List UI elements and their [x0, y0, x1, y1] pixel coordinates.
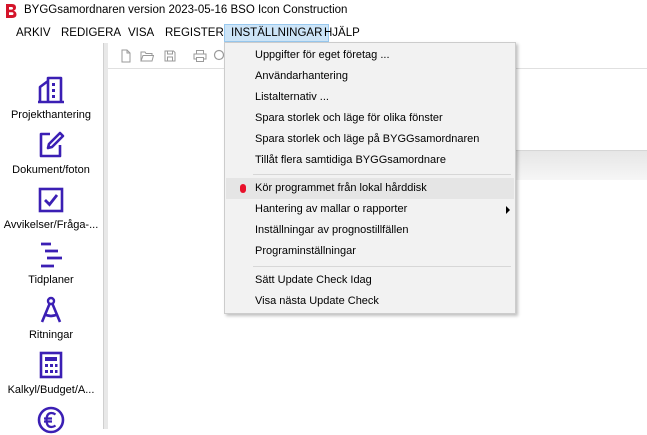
sidebar-item-label: Dokument/foton: [12, 164, 90, 176]
save-icon[interactable]: [163, 49, 177, 63]
menu-redigera[interactable]: REDIGERA: [55, 24, 127, 42]
building-icon: [38, 76, 64, 104]
menu-separator: [253, 174, 511, 175]
module-sidebar: Projekthantering Dokument/foton Avvikels…: [0, 43, 102, 434]
window-title: BYGGsamordnaren version 2023-05-16 BSO I…: [24, 4, 348, 16]
title-bar: BYGGsamordnaren version 2023-05-16 BSO I…: [0, 0, 647, 22]
menu-visa[interactable]: VISA: [122, 24, 160, 42]
print-icon[interactable]: [193, 49, 207, 63]
menu-hjalp[interactable]: HJÄLP: [318, 24, 366, 42]
menu-item-satt-update-check[interactable]: Sätt Update Check Idag: [226, 270, 514, 291]
sidebar-item-label: Ritningar: [28, 329, 74, 341]
menu-item-mallar-rapporter[interactable]: Hantering av mallar o rapporter: [226, 199, 514, 220]
menu-item-programinstallningar[interactable]: Programinställningar: [226, 241, 514, 262]
menu-item-prognostillfallen[interactable]: Inställningar av prognostillfällen: [226, 220, 514, 241]
red-dot-icon: [240, 184, 246, 193]
app-logo-icon: [6, 4, 17, 18]
new-file-icon[interactable]: [119, 49, 133, 63]
menu-item-tillat-flera[interactable]: Tillåt flera samtidiga BYGGsamordnare: [226, 150, 514, 171]
menu-register[interactable]: REGISTER: [159, 24, 230, 42]
menu-item-spara-fonster[interactable]: Spara storlek och läge för olika fönster: [226, 108, 514, 129]
menu-bar: ARKIV REDIGERA VISA REGISTER INSTÄLLNING…: [0, 22, 647, 43]
menu-installningar[interactable]: INSTÄLLNINGAR: [224, 24, 330, 42]
menu-item-listalternativ[interactable]: Listalternativ ...: [226, 87, 514, 108]
sidebar-item-ritningar[interactable]: Ritningar: [0, 295, 102, 341]
checkbox-icon: [38, 187, 64, 213]
window-header-band: [513, 150, 647, 180]
sidebar-item-avvikelser[interactable]: Avvikelser/Fråga-...: [0, 185, 102, 231]
menu-item-uppgifter-foretag[interactable]: Uppgifter för eget företag ...: [226, 45, 514, 66]
sidebar-item-label: Tidplaner: [28, 274, 74, 286]
menu-arkiv[interactable]: ARKIV: [10, 24, 57, 42]
sidebar-item-label: Kalkyl/Budget/A...: [7, 384, 95, 396]
sidebar-item-projekthantering[interactable]: Projekthantering: [0, 75, 102, 121]
sidebar-item-label: Projekthantering: [10, 109, 92, 121]
compass-icon: [40, 296, 62, 323]
sidebar-item-dokument[interactable]: Dokument/foton: [0, 130, 102, 176]
installningar-dropdown-menu: Uppgifter för eget företag ... Användarh…: [224, 42, 516, 314]
sidebar-item-ekonomi[interactable]: [0, 405, 102, 435]
open-folder-icon[interactable]: [140, 49, 154, 63]
gantt-icon: [41, 242, 62, 268]
menu-item-kor-lokal[interactable]: Kör programmet från lokal hårddisk: [226, 178, 514, 199]
menu-separator: [253, 266, 511, 267]
euro-icon: [37, 406, 65, 434]
menu-item-visa-update-check[interactable]: Visa nästa Update Check: [226, 291, 514, 312]
sidebar-item-tidplaner[interactable]: Tidplaner: [0, 240, 102, 286]
menu-item-spara-byggsamordnaren[interactable]: Spara storlek och läge på BYGGsamordnare…: [226, 129, 514, 150]
menu-item-anvandarhantering[interactable]: Användarhantering: [226, 66, 514, 87]
sidebar-item-label: Avvikelser/Fråga-...: [3, 219, 99, 231]
submenu-arrow-icon: [506, 206, 510, 214]
document-edit-icon: [39, 131, 65, 158]
sidebar-item-kalkyl[interactable]: Kalkyl/Budget/A...: [0, 350, 102, 396]
calculator-icon: [39, 351, 63, 379]
